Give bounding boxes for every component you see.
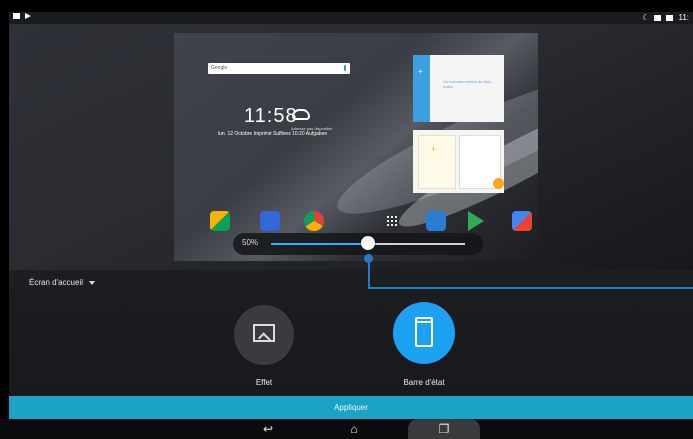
tablet-icon xyxy=(415,317,433,347)
image-edit-icon xyxy=(253,324,275,342)
apply-button[interactable]: Appliquer xyxy=(9,396,693,419)
status-bar: ☾ 11: xyxy=(9,12,693,24)
screen-selector-label: Écran d'accueil xyxy=(29,278,83,287)
effect-option-button[interactable] xyxy=(234,305,294,365)
status-time: 11: xyxy=(678,13,689,22)
fab-icon xyxy=(493,178,504,189)
scale-slider[interactable]: 50% xyxy=(233,233,483,255)
google-search-bar: Google xyxy=(208,63,350,74)
memo-widget-text: Un nouveau mémo du bloc-notes xyxy=(443,79,493,89)
battery-icon xyxy=(666,14,674,21)
notification-icon xyxy=(13,13,20,19)
home-button[interactable]: ⌂ xyxy=(334,419,374,439)
plus-icon: + xyxy=(431,144,437,154)
google-search-label: Google xyxy=(211,65,228,71)
play-icon xyxy=(25,13,31,19)
mic-icon xyxy=(344,65,346,71)
callout-line-horizontal xyxy=(368,287,693,289)
status-bar-option-label: Barre d'état xyxy=(403,378,445,387)
asus-apps-icon xyxy=(210,211,230,231)
notes-widget: + xyxy=(413,130,504,193)
effect-option-label: Effet xyxy=(255,378,273,387)
screen-selector-dropdown[interactable]: Écran d'accueil xyxy=(29,278,95,287)
status-bar-option-button[interactable] xyxy=(393,302,455,364)
slider-thumb[interactable] xyxy=(361,236,375,250)
calendar-icon xyxy=(260,211,280,231)
caret-down-icon xyxy=(89,280,95,285)
plus-icon: + xyxy=(418,67,423,76)
signal-icon xyxy=(654,14,662,21)
top-frame xyxy=(0,0,693,12)
recents-button[interactable]: ❐ xyxy=(424,419,464,439)
left-frame xyxy=(0,0,9,439)
home-screen-preview: Google 11:58 Adresse pas disponible lun.… xyxy=(174,33,538,261)
cloud-icon xyxy=(292,109,310,120)
moon-icon: ☾ xyxy=(642,13,650,22)
google-apps-icon xyxy=(512,211,532,231)
callout-dot xyxy=(364,254,373,263)
camera-icon xyxy=(426,211,446,231)
app-drawer-icon xyxy=(386,215,398,227)
slider-value: 50% xyxy=(242,238,259,247)
memo-widget: + Un nouveau mémo du bloc-notes xyxy=(413,55,504,122)
play-store-icon xyxy=(468,211,484,231)
back-button[interactable]: ↩ xyxy=(248,419,288,439)
slider-fill xyxy=(271,243,368,245)
date-text: lun. 12 Octobre Imprimé Suffixes 10:20 A… xyxy=(218,131,328,137)
app-dock xyxy=(210,211,532,233)
chrome-icon xyxy=(304,211,324,231)
clock-widget: 11:58 xyxy=(244,105,298,127)
